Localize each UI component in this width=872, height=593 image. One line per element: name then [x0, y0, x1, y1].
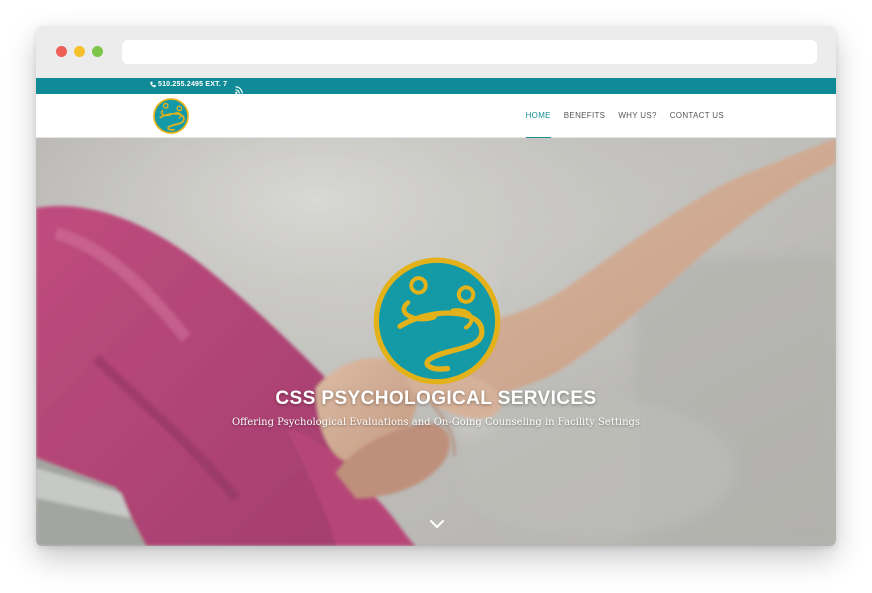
hero-section: CSS PSYCHOLOGICAL SERVICES Offering Psyc… [36, 138, 836, 546]
hero-logo [371, 255, 503, 387]
browser-chrome [36, 26, 836, 78]
phone-number[interactable]: 510.255.2495 EXT. 7 [150, 81, 227, 88]
top-info-bar: 510.255.2495 EXT. 7 [36, 78, 836, 94]
nav-benefits[interactable]: BENEFITS [564, 94, 606, 138]
phone-icon [150, 81, 156, 88]
minimize-window-button[interactable] [74, 46, 85, 57]
nav-menu: HOME BENEFITS WHY US? CONTACT US [525, 94, 724, 139]
close-window-button[interactable] [56, 46, 67, 57]
hero-subtitle: Offering Psychological Evaluations and O… [231, 417, 641, 428]
site-logo[interactable] [152, 97, 190, 135]
chevron-down-icon[interactable] [429, 517, 445, 529]
browser-window: 510.255.2495 EXT. 7 HOME BENEFITS WHY US… [36, 26, 836, 546]
nav-home[interactable]: HOME [525, 94, 552, 139]
main-navbar: HOME BENEFITS WHY US? CONTACT US [36, 94, 836, 139]
phone-number-text: 510.255.2495 EXT. 7 [158, 81, 228, 88]
nav-why-us[interactable]: WHY US? [618, 94, 656, 138]
maximize-window-button[interactable] [92, 46, 103, 57]
hero-title: CSS PSYCHOLOGICAL SERVICES [275, 388, 597, 409]
address-bar[interactable] [122, 40, 817, 64]
nav-contact-us[interactable]: CONTACT US [670, 94, 724, 138]
